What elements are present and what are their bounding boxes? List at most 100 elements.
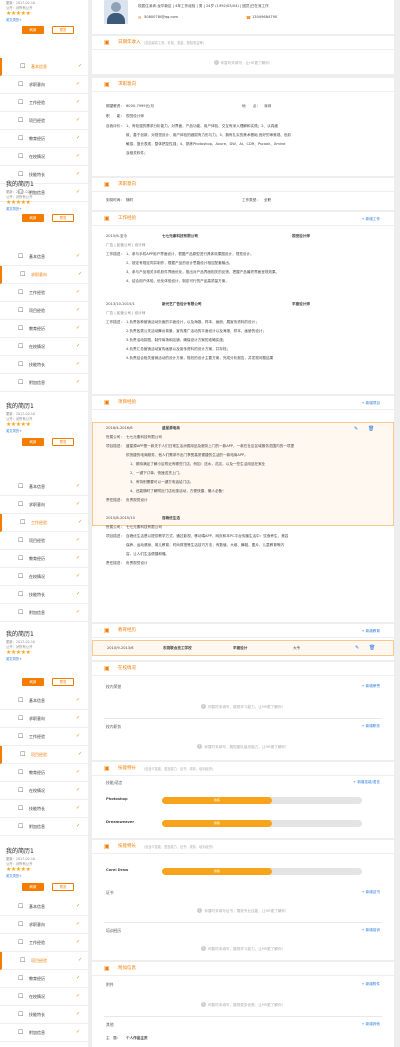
nav-item[interactable]: ☐ 技能特长 ✓ xyxy=(0,356,88,374)
nav-item[interactable]: ☐ 教育经历 ✓ xyxy=(0,130,88,148)
skills2-header: ▣ 技能特长 (包含IT技能、语言能力、证书、成绩、培训经历) xyxy=(92,840,394,854)
refresh-button[interactable]: 刷新 xyxy=(22,214,44,222)
edit-icon[interactable]: ✎ xyxy=(354,426,358,433)
project-panel: ▣ 项目经验 + 新增项目 ✎ 🗑 2016/4-2016/6 盛星源电商 所属公司… xyxy=(92,396,394,622)
preview-button[interactable]: 预览 xyxy=(52,26,74,34)
project-desc-line: 保养、运动健身、育儿教育、时尚穿搭等生活技巧方法，有数值、大纲、舞蹈、图片、儿童… xyxy=(126,543,285,547)
project-desc-line: 百峰优生活是以提供教学方式，通过影视、移动端APP、网页和本PC平台传播生活中：… xyxy=(126,534,289,538)
nav-item[interactable]: ☐ 基本信息 ✓ xyxy=(0,692,88,710)
nav-item[interactable]: ☐ 教育经历 ✓ xyxy=(0,764,88,782)
refresh-button[interactable]: 刷新 xyxy=(22,678,44,686)
nav-item[interactable]: ☐ 工作经验 ✓ xyxy=(0,728,88,746)
nav-item[interactable]: ☐ 附加信息 ✓ xyxy=(0,374,88,392)
add-attachment-button[interactable]: + 新增附件 xyxy=(361,982,380,987)
info-icon: ! xyxy=(200,946,206,951)
delete-icon[interactable]: 🗑 xyxy=(368,426,374,433)
nav-item[interactable]: ☐ 附加信息 ✓ xyxy=(0,1024,88,1042)
preview-button[interactable]: 预览 xyxy=(52,883,74,891)
nav-item[interactable]: ☐ 项目经验 ✓ xyxy=(0,746,88,764)
resume-title: 我的简历1 xyxy=(6,181,34,188)
nav-item[interactable]: ☐ 工作经验 ✓ xyxy=(0,934,88,952)
check-icon: ✓ xyxy=(76,573,81,579)
nav-item[interactable]: ☐ 基本信息 ✓ xyxy=(0,58,88,76)
nav-label: 工作经验 xyxy=(29,939,45,945)
nav-item[interactable]: ☐ 项目经验 ✓ xyxy=(0,302,88,320)
preview-button[interactable]: 预览 xyxy=(52,214,74,222)
add-cert-button[interactable]: + 新增证书 xyxy=(361,890,380,895)
nav-item[interactable]: ☐ 在校情况 ✓ xyxy=(0,568,88,586)
nav-item[interactable]: ☐ 在校情况 ✓ xyxy=(0,988,88,1006)
nav-item[interactable]: ☐ 教育经历 ✓ xyxy=(0,550,88,568)
add-honor-button[interactable]: + 新增荣誉 xyxy=(361,684,380,689)
nav-icon: ☐ xyxy=(20,519,26,526)
nav-icon: ☐ xyxy=(18,609,24,616)
nav-item[interactable]: ☐ 求职意向 ✓ xyxy=(0,496,88,514)
nav-icon: ☐ xyxy=(18,697,24,704)
english-resume-link[interactable]: 英文简历+ xyxy=(6,874,22,878)
nav-item[interactable]: ☐ 附加信息 ✓ xyxy=(0,818,88,836)
nav-icon: ☐ xyxy=(18,939,24,946)
nav-item[interactable]: ☐ 在校情况 ✓ xyxy=(0,148,88,166)
edit-icon[interactable]: ✎ xyxy=(355,645,359,652)
english-resume-link[interactable]: 英文简历+ xyxy=(6,18,22,22)
nav-item[interactable]: ☐ 工作经验 ✓ xyxy=(0,514,88,532)
english-resume-link[interactable]: 英文简历+ xyxy=(6,657,22,661)
skills-title: 技能特长 xyxy=(118,766,136,771)
preview-button[interactable]: 预览 xyxy=(52,438,74,446)
check-icon: ✓ xyxy=(76,537,81,543)
nav-item[interactable]: ☐ 在校情况 ✓ xyxy=(0,782,88,800)
nav-item[interactable]: ☐ 技能特长 ✓ xyxy=(0,800,88,818)
add-project-button[interactable]: + 新增项目 xyxy=(361,401,380,406)
nav-label: 在校情况 xyxy=(29,787,45,793)
nav-label: 附加信息 xyxy=(29,379,45,385)
add-training-button[interactable]: + 新增培训 xyxy=(361,928,380,933)
english-resume-link[interactable]: 英文简历+ xyxy=(6,207,22,211)
nav-item[interactable]: ☐ 教育经历 ✓ xyxy=(0,970,88,988)
place-label: 地 点： xyxy=(242,104,260,108)
resume-nav: ☐ 基本信息 ✓ ☐ 求职意向 ✓ ☐ 工作经验 ✓ ☐ 项目经验 ✓ ☐ 教育经历 ✓ ☐ 在校情况 ✓ ☐ 技能特… xyxy=(0,898,88,1042)
nav-item[interactable]: ☐ 在校情况 ✓ xyxy=(0,338,88,356)
nav-item[interactable]: ☐ 项目经验 ✓ xyxy=(0,112,88,130)
resume-stars: ★★★★★ xyxy=(6,649,31,656)
nav-item[interactable]: ☐ 基本信息 ✓ xyxy=(0,898,88,916)
nav-item[interactable]: ☐ 项目经验 ✓ xyxy=(0,952,88,970)
nav-item[interactable]: ☐ 工作经验 ✓ xyxy=(0,284,88,302)
refresh-button[interactable]: 刷新 xyxy=(22,26,44,34)
add-campus-job-button[interactable]: + 新增职务 xyxy=(361,724,380,729)
nav-label: 教育经历 xyxy=(29,555,45,561)
add-skill-button[interactable]: + 新增技能/语言 xyxy=(353,780,380,785)
nav-icon: ☐ xyxy=(18,135,24,142)
nav-item[interactable]: ☐ 项目经验 ✓ xyxy=(0,532,88,550)
intent-icon: ▣ xyxy=(104,81,110,88)
work-period: 2015/6-至今 xyxy=(106,234,128,238)
add-education-button[interactable]: + 新增教育 xyxy=(361,629,380,634)
nav-item[interactable]: ☐ 求职意向 ✓ xyxy=(0,916,88,934)
info-icon: ! xyxy=(197,908,203,913)
nav-item[interactable]: ☐ 求职意向 ✓ xyxy=(0,266,88,284)
nav-item[interactable]: ☐ 附加信息 ✓ xyxy=(0,604,88,622)
nav-item[interactable]: ☐ 技能特长 ✓ xyxy=(0,586,88,604)
nav-icon: ☐ xyxy=(18,153,24,160)
nav-item[interactable]: ☐ 技能特长 ✓ xyxy=(0,1006,88,1024)
english-resume-link[interactable]: 英文简历+ xyxy=(6,429,22,433)
nav-item[interactable]: ☐ 基本信息 ✓ xyxy=(0,248,88,266)
nav-item[interactable]: ☐ 求职意向 ✓ xyxy=(0,710,88,728)
refresh-button[interactable]: 刷新 xyxy=(22,883,44,891)
refresh-button[interactable]: 刷新 xyxy=(22,438,44,446)
nav-item[interactable]: ☐ 工作经验 ✓ xyxy=(0,94,88,112)
nav-label: 工作经验 xyxy=(31,519,47,525)
profile-panel: 现居住深圳-龙华新区 | 4年工作经验 | 男 | 24岁 (1992/05/0… xyxy=(92,0,394,34)
preview-button[interactable]: 预览 xyxy=(52,678,74,686)
info-icon: ! xyxy=(200,1002,206,1007)
add-work-button[interactable]: + 新增工作 xyxy=(361,217,380,222)
delete-icon[interactable]: 🗑 xyxy=(369,645,375,652)
work-desc-label: 工作描述： xyxy=(106,252,124,256)
add-other-button[interactable]: + 新增其他 xyxy=(361,1022,380,1027)
nav-item[interactable]: ☐ 求职意向 ✓ xyxy=(0,76,88,94)
campus-title: 在校情况 xyxy=(118,666,136,671)
campus-panel: ▣ 在校情况 校内荣誉 + 新增荣誉 ! 你暂时未填写，展现学习能力，让HR更了解… xyxy=(92,662,394,760)
nav-label: 在校情况 xyxy=(29,343,45,349)
nav-item[interactable]: ☐ 教育经历 ✓ xyxy=(0,320,88,338)
work-desc-line: 2、按定有规定同并制作，根据产品的设计思路设计相应配套输出。 xyxy=(126,261,233,265)
nav-item[interactable]: ☐ 基本信息 ✓ xyxy=(0,478,88,496)
